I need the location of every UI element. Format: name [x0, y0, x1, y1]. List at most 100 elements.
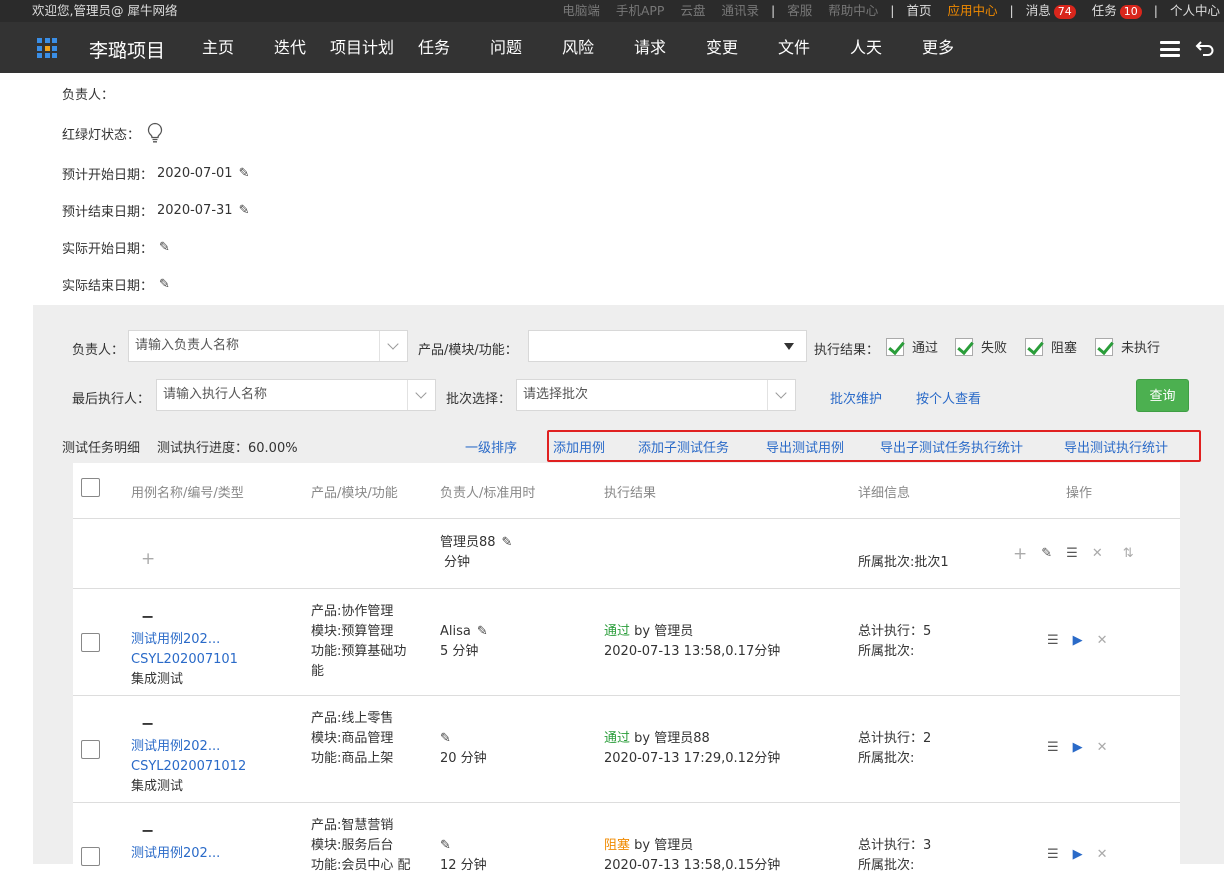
- edit-pencil-icon[interactable]: ✎: [239, 203, 250, 218]
- close-icon[interactable]: ✕: [1097, 845, 1108, 865]
- nav-item-requests[interactable]: 请求: [614, 22, 686, 73]
- add-case-link[interactable]: 添加用例: [553, 437, 605, 456]
- add-sub-task-link[interactable]: 添加子测试任务: [638, 437, 729, 456]
- edit-pencil-icon[interactable]: ✎: [159, 240, 170, 255]
- play-icon[interactable]: ▶: [1073, 845, 1083, 865]
- collapse-icon[interactable]: −: [141, 714, 154, 733]
- tasks-label: 任务: [1091, 3, 1117, 18]
- project-title[interactable]: 李璐项目: [89, 36, 165, 63]
- select-all-checkbox[interactable]: [81, 478, 100, 497]
- list-icon[interactable]: ☰: [1047, 631, 1059, 651]
- result-blocked-label: 阻塞: [1051, 341, 1078, 356]
- link-personal-center[interactable]: 个人中心: [1170, 0, 1220, 22]
- edit-pencil-icon[interactable]: ✎: [440, 729, 451, 749]
- close-icon[interactable]: ✕: [1097, 738, 1108, 758]
- checkbox-checked-icon: [955, 337, 973, 356]
- result-fail-checkbox[interactable]: 失败: [955, 337, 1007, 356]
- divider: |: [1153, 3, 1158, 18]
- case-name-link[interactable]: 测试用例202...: [131, 737, 220, 757]
- nav-item-risks[interactable]: 风险: [542, 22, 614, 73]
- link-mobile-app[interactable]: 手机APP: [616, 0, 665, 22]
- chevron-down-icon[interactable]: [379, 331, 407, 361]
- result-unexecuted-checkbox[interactable]: 未执行: [1095, 337, 1160, 356]
- exec-time: 2020-07-13 13:58,0.17分钟: [604, 644, 781, 659]
- result-pass-checkbox[interactable]: 通过: [886, 337, 938, 356]
- actual-start-info: 实际开始日期： ✎: [62, 238, 170, 257]
- export-cases-link[interactable]: 导出测试用例: [766, 437, 844, 456]
- header-actions: 操作: [1066, 486, 1093, 501]
- export-sub-task-stats-link[interactable]: 导出子测试任务执行统计: [880, 437, 1023, 456]
- nav-item-iteration[interactable]: 迭代: [254, 22, 326, 73]
- link-help-center[interactable]: 帮助中心: [828, 0, 878, 22]
- collapse-icon[interactable]: −: [141, 607, 154, 626]
- nav-item-more[interactable]: 更多: [902, 22, 974, 73]
- test-case-table: 用例名称/编号/类型 产品/模块/功能 负责人/标准用时 执行结果 详细信息 操…: [73, 463, 1180, 873]
- divider: |: [890, 3, 895, 18]
- chevron-down-icon[interactable]: [767, 380, 795, 410]
- owner-cell: 管理员88 ✎: [440, 533, 512, 553]
- edit-pencil-icon[interactable]: ✎: [239, 166, 250, 181]
- case-code-link[interactable]: CSYL202007101: [131, 650, 238, 670]
- link-home[interactable]: 首页: [906, 0, 931, 22]
- link-app-center[interactable]: 应用中心: [948, 0, 998, 22]
- link-cloud-disk[interactable]: 云盘: [680, 0, 705, 22]
- nav-item-man-days[interactable]: 人天: [830, 22, 902, 73]
- edit-pencil-icon[interactable]: ✎: [477, 622, 488, 642]
- play-icon[interactable]: ▶: [1073, 631, 1083, 651]
- link-desktop[interactable]: 电脑端: [562, 0, 600, 22]
- first-level-sort-link[interactable]: 一级排序: [465, 437, 517, 456]
- row-actions: ☰ ▶ ✕: [1047, 845, 1122, 865]
- link-tasks[interactable]: 任务 10: [1092, 0, 1142, 22]
- result-blocked-checkbox[interactable]: 阻塞: [1025, 337, 1077, 356]
- close-icon[interactable]: ✕: [1097, 631, 1108, 651]
- edit-pencil-icon[interactable]: ✎: [440, 836, 451, 856]
- nav-item-changes[interactable]: 变更: [686, 22, 758, 73]
- lightbulb-icon[interactable]: [146, 122, 164, 144]
- back-icon[interactable]: [1195, 38, 1215, 58]
- link-contacts[interactable]: 通讯录: [722, 0, 760, 22]
- owner-cell: ✎: [440, 729, 451, 749]
- executor-input[interactable]: 请输入执行人名称: [156, 379, 436, 411]
- nav-item-tasks[interactable]: 任务: [398, 22, 470, 73]
- add-icon[interactable]: +: [1013, 544, 1027, 564]
- close-icon[interactable]: ✕: [1092, 544, 1103, 564]
- case-code-link[interactable]: CSYL2020071012: [131, 757, 246, 777]
- result-pass-label: 通过: [912, 341, 939, 356]
- executed-by: by 管理员88: [630, 731, 710, 746]
- export-exec-stats-link[interactable]: 导出测试执行统计: [1064, 437, 1168, 456]
- nav-item-home[interactable]: 主页: [182, 22, 254, 73]
- case-name-link[interactable]: 测试用例202...: [131, 630, 220, 650]
- chevron-down-icon[interactable]: [407, 380, 435, 410]
- edit-pencil-icon[interactable]: ✎: [159, 277, 170, 292]
- nav-item-issues[interactable]: 问题: [470, 22, 542, 73]
- view-by-person-link[interactable]: 按个人查看: [916, 388, 981, 407]
- edit-pencil-icon[interactable]: ✎: [502, 533, 513, 553]
- case-name-link[interactable]: 测试用例202...: [131, 844, 220, 864]
- row-checkbox[interactable]: [81, 740, 100, 759]
- list-icon[interactable]: ☰: [1047, 738, 1059, 758]
- product-select[interactable]: [528, 330, 807, 362]
- query-button[interactable]: 查询: [1136, 379, 1189, 412]
- owner-input[interactable]: 请输入负责人名称: [128, 330, 408, 362]
- row-checkbox[interactable]: [81, 847, 100, 866]
- product-text: 产品:协作管理: [311, 604, 394, 619]
- sort-icon[interactable]: ⇅: [1123, 544, 1134, 564]
- app-grid-icon[interactable]: [37, 38, 57, 58]
- nav-item-project-plan[interactable]: 项目计划: [326, 22, 398, 73]
- edit-pencil-icon[interactable]: ✎: [1041, 544, 1052, 564]
- batch-input[interactable]: 请选择批次: [516, 379, 796, 411]
- collapse-icon[interactable]: −: [141, 821, 154, 840]
- list-icon[interactable]: ☰: [1066, 544, 1078, 564]
- play-icon[interactable]: ▶: [1073, 738, 1083, 758]
- row-checkbox[interactable]: [81, 633, 100, 652]
- plan-start-value: 2020-07-01: [157, 166, 233, 181]
- owner-info: 负责人：: [62, 84, 114, 103]
- add-icon[interactable]: +: [141, 549, 155, 569]
- nav-item-files[interactable]: 文件: [758, 22, 830, 73]
- batch-maintenance-link[interactable]: 批次维护: [830, 388, 882, 407]
- link-messages[interactable]: 消息 74: [1026, 0, 1076, 22]
- result-cell: 阻塞 by 管理员: [604, 836, 693, 856]
- link-support[interactable]: 客服: [787, 0, 812, 22]
- hamburger-menu-icon[interactable]: [1160, 41, 1180, 57]
- list-icon[interactable]: ☰: [1047, 845, 1059, 865]
